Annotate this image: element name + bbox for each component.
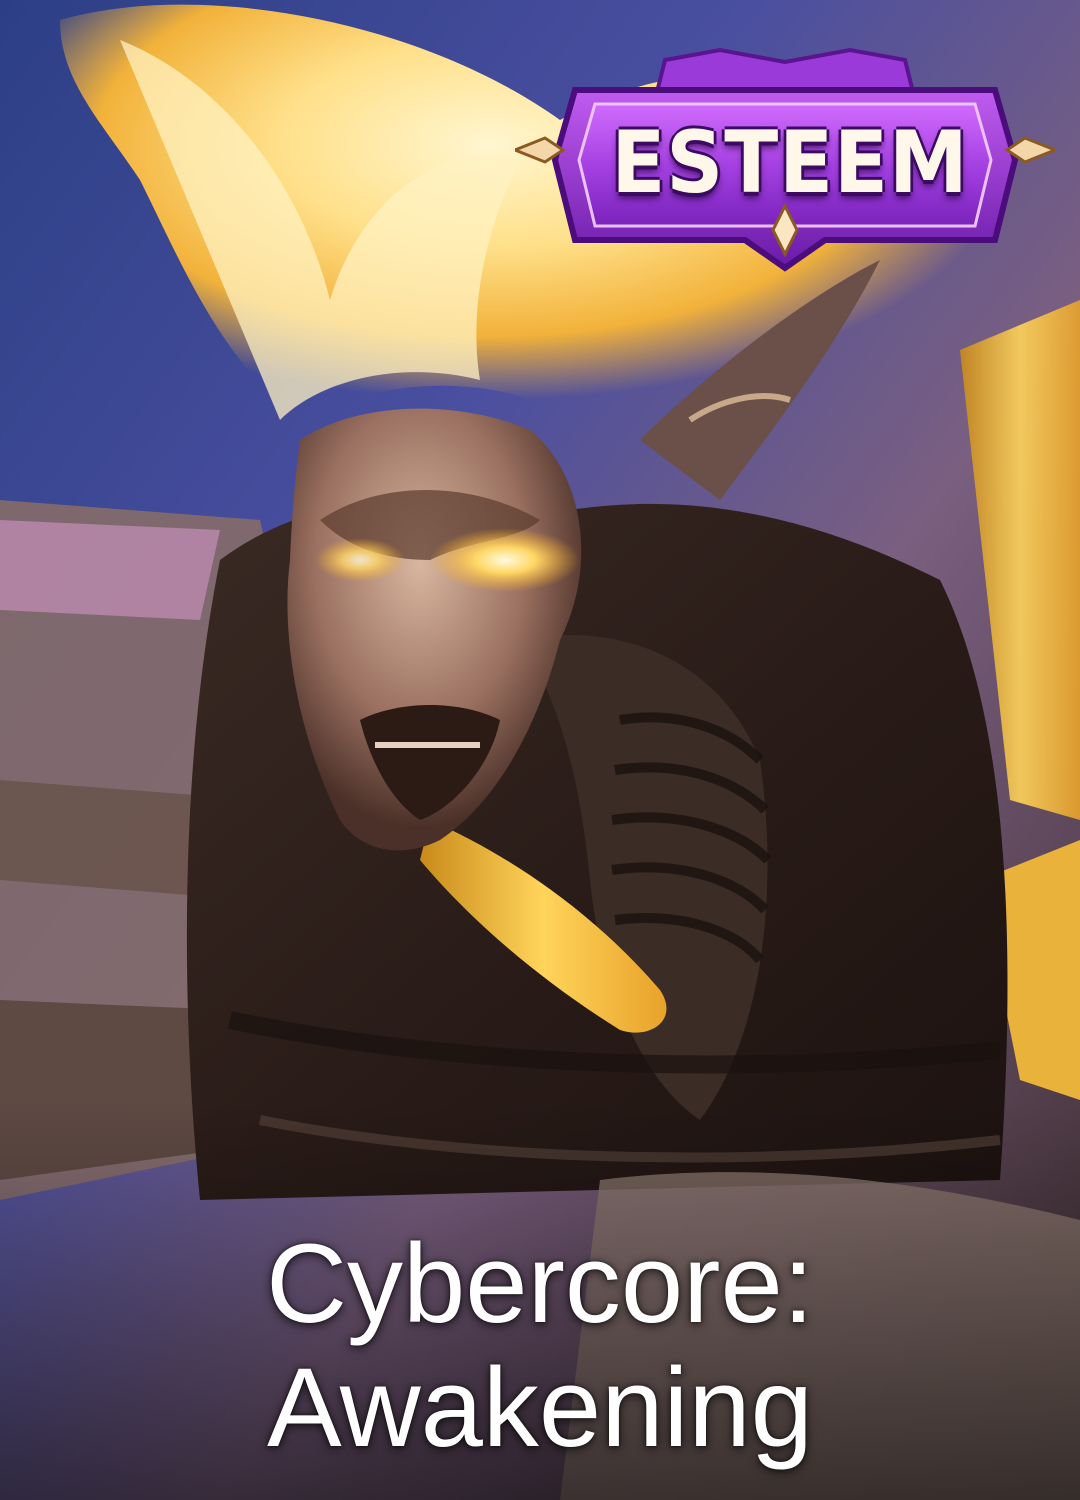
- badge-label: ESTEEM: [611, 113, 969, 213]
- skin-title: Cybercore: Awakening: [0, 1222, 1080, 1470]
- rarity-badge: ESTEEM: [515, 40, 1055, 275]
- skin-card[interactable]: ESTEEM Cybercore: Awakening: [0, 0, 1080, 1500]
- skin-title-line-2: Awakening: [267, 1345, 813, 1470]
- skin-title-line-1: Cybercore:: [266, 1221, 814, 1346]
